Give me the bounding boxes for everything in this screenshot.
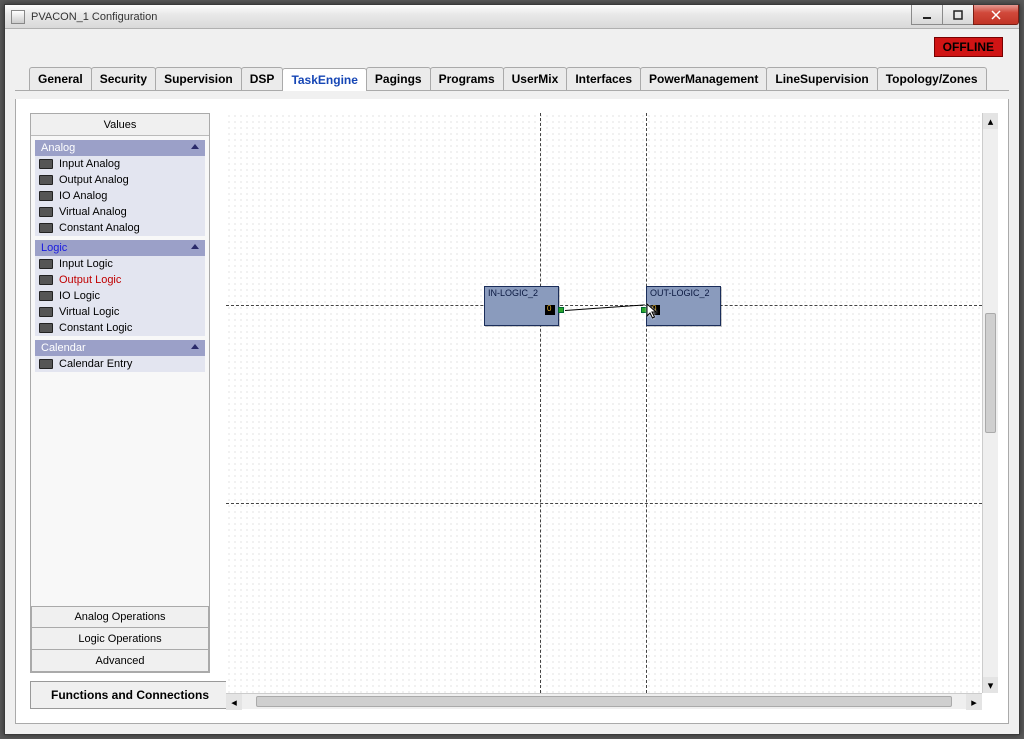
section-calendar-items: Calendar Entry	[35, 356, 205, 372]
node-label: OUT-LOGIC_2	[650, 288, 710, 298]
tab-pagings[interactable]: Pagings	[366, 67, 431, 90]
horizontal-scrollbar[interactable]: ◂ ▸	[226, 693, 982, 709]
tab-security[interactable]: Security	[91, 67, 156, 90]
block-icon	[39, 259, 53, 269]
minimize-button[interactable]	[911, 5, 943, 25]
design-canvas[interactable]: IN-LOGIC_2 OUT-LOGIC_2	[226, 113, 982, 693]
sidebar-button-advanced[interactable]: Advanced	[31, 650, 209, 672]
tab-usermix[interactable]: UserMix	[503, 67, 568, 90]
functions-connections-button[interactable]: Functions and Connections	[30, 681, 230, 709]
section-header-logic[interactable]: Logic	[35, 240, 205, 256]
vertical-scrollbar[interactable]: ▴ ▾	[982, 113, 998, 693]
guide-line-h2	[226, 503, 982, 504]
sidebar-item-constant-analog[interactable]: Constant Analog	[35, 220, 205, 236]
tab-linesupervision[interactable]: LineSupervision	[766, 67, 877, 90]
section-analog-items: Input AnalogOutput AnalogIO AnalogVirtua…	[35, 156, 205, 236]
scroll-right-button[interactable]: ▸	[966, 694, 982, 710]
block-icon	[39, 275, 53, 285]
canvas-wrap: IN-LOGIC_2 OUT-LOGIC_2 ▴	[226, 113, 998, 709]
values-sidebar: Values Analog Input AnalogOutput AnalogI…	[30, 113, 210, 673]
app-window: PVACON_1 Configuration OFFLINE GeneralSe…	[4, 4, 1020, 735]
sidebar-item-input-analog[interactable]: Input Analog	[35, 156, 205, 172]
sidebar-item-calendar-entry[interactable]: Calendar Entry	[35, 356, 205, 372]
tab-taskengine[interactable]: TaskEngine	[282, 68, 366, 91]
scroll-down-button[interactable]: ▾	[983, 677, 998, 693]
maximize-button[interactable]	[942, 5, 974, 25]
node-out-logic-2[interactable]: OUT-LOGIC_2	[646, 286, 721, 326]
block-icon	[39, 175, 53, 185]
sidebar-button-logic-operations[interactable]: Logic Operations	[31, 628, 209, 650]
tab-powermanagement[interactable]: PowerManagement	[640, 67, 767, 90]
close-button[interactable]	[973, 5, 1019, 25]
scroll-left-button[interactable]: ◂	[226, 694, 242, 710]
sidebar-item-output-logic[interactable]: Output Logic	[35, 272, 205, 288]
scroll-thumb-h[interactable]	[256, 696, 952, 707]
titlebar[interactable]: PVACON_1 Configuration	[5, 5, 1019, 29]
tab-topology-zones[interactable]: Topology/Zones	[877, 67, 987, 90]
block-icon	[39, 307, 53, 317]
tab-programs[interactable]: Programs	[430, 67, 504, 90]
guide-line-h1	[226, 305, 982, 306]
sidebar-item-virtual-analog[interactable]: Virtual Analog	[35, 204, 205, 220]
tab-interfaces[interactable]: Interfaces	[566, 67, 641, 90]
block-icon	[39, 159, 53, 169]
sidebar-item-io-logic[interactable]: IO Logic	[35, 288, 205, 304]
tab-supervision[interactable]: Supervision	[155, 67, 242, 90]
scroll-thumb-v[interactable]	[985, 313, 996, 433]
client-area: OFFLINE GeneralSecuritySupervisionDSPTas…	[5, 29, 1019, 734]
window-title: PVACON_1 Configuration	[31, 11, 157, 23]
section-header-calendar[interactable]: Calendar	[35, 340, 205, 356]
block-icon	[39, 291, 53, 301]
sidebar-item-output-analog[interactable]: Output Analog	[35, 172, 205, 188]
node-in-logic-2[interactable]: IN-LOGIC_2	[484, 286, 559, 326]
block-icon	[39, 191, 53, 201]
guide-line-v2	[646, 113, 647, 693]
block-icon	[39, 223, 53, 233]
port-output[interactable]	[545, 305, 555, 315]
sidebar-body: Analog Input AnalogOutput AnalogIO Analo…	[31, 136, 209, 606]
chevron-up-icon	[191, 244, 199, 249]
chevron-up-icon	[191, 144, 199, 149]
block-icon	[39, 323, 53, 333]
tab-content: Values Analog Input AnalogOutput AnalogI…	[15, 99, 1009, 724]
port-input[interactable]	[650, 305, 660, 315]
guide-line-v1	[540, 113, 541, 693]
sidebar-button-analog-operations[interactable]: Analog Operations	[31, 606, 209, 628]
app-icon	[11, 10, 25, 24]
sidebar-item-constant-logic[interactable]: Constant Logic	[35, 320, 205, 336]
tab-bar: GeneralSecuritySupervisionDSPTaskEngineP…	[15, 67, 1009, 91]
sidebar-item-virtual-logic[interactable]: Virtual Logic	[35, 304, 205, 320]
chevron-up-icon	[191, 344, 199, 349]
section-header-analog[interactable]: Analog	[35, 140, 205, 156]
pin-output[interactable]	[558, 307, 564, 313]
pin-input[interactable]	[641, 307, 647, 313]
block-icon	[39, 207, 53, 217]
offline-badge: OFFLINE	[934, 37, 1003, 57]
node-label: IN-LOGIC_2	[488, 288, 538, 298]
tab-general[interactable]: General	[29, 67, 92, 90]
sidebar-header[interactable]: Values	[31, 114, 209, 136]
tab-dsp[interactable]: DSP	[241, 67, 284, 90]
scroll-up-button[interactable]: ▴	[983, 113, 998, 129]
sidebar-item-input-logic[interactable]: Input Logic	[35, 256, 205, 272]
section-logic-items: Input LogicOutput LogicIO LogicVirtual L…	[35, 256, 205, 336]
sidebar-footer: Analog OperationsLogic OperationsAdvance…	[31, 606, 209, 672]
sidebar-item-io-analog[interactable]: IO Analog	[35, 188, 205, 204]
block-icon	[39, 359, 53, 369]
